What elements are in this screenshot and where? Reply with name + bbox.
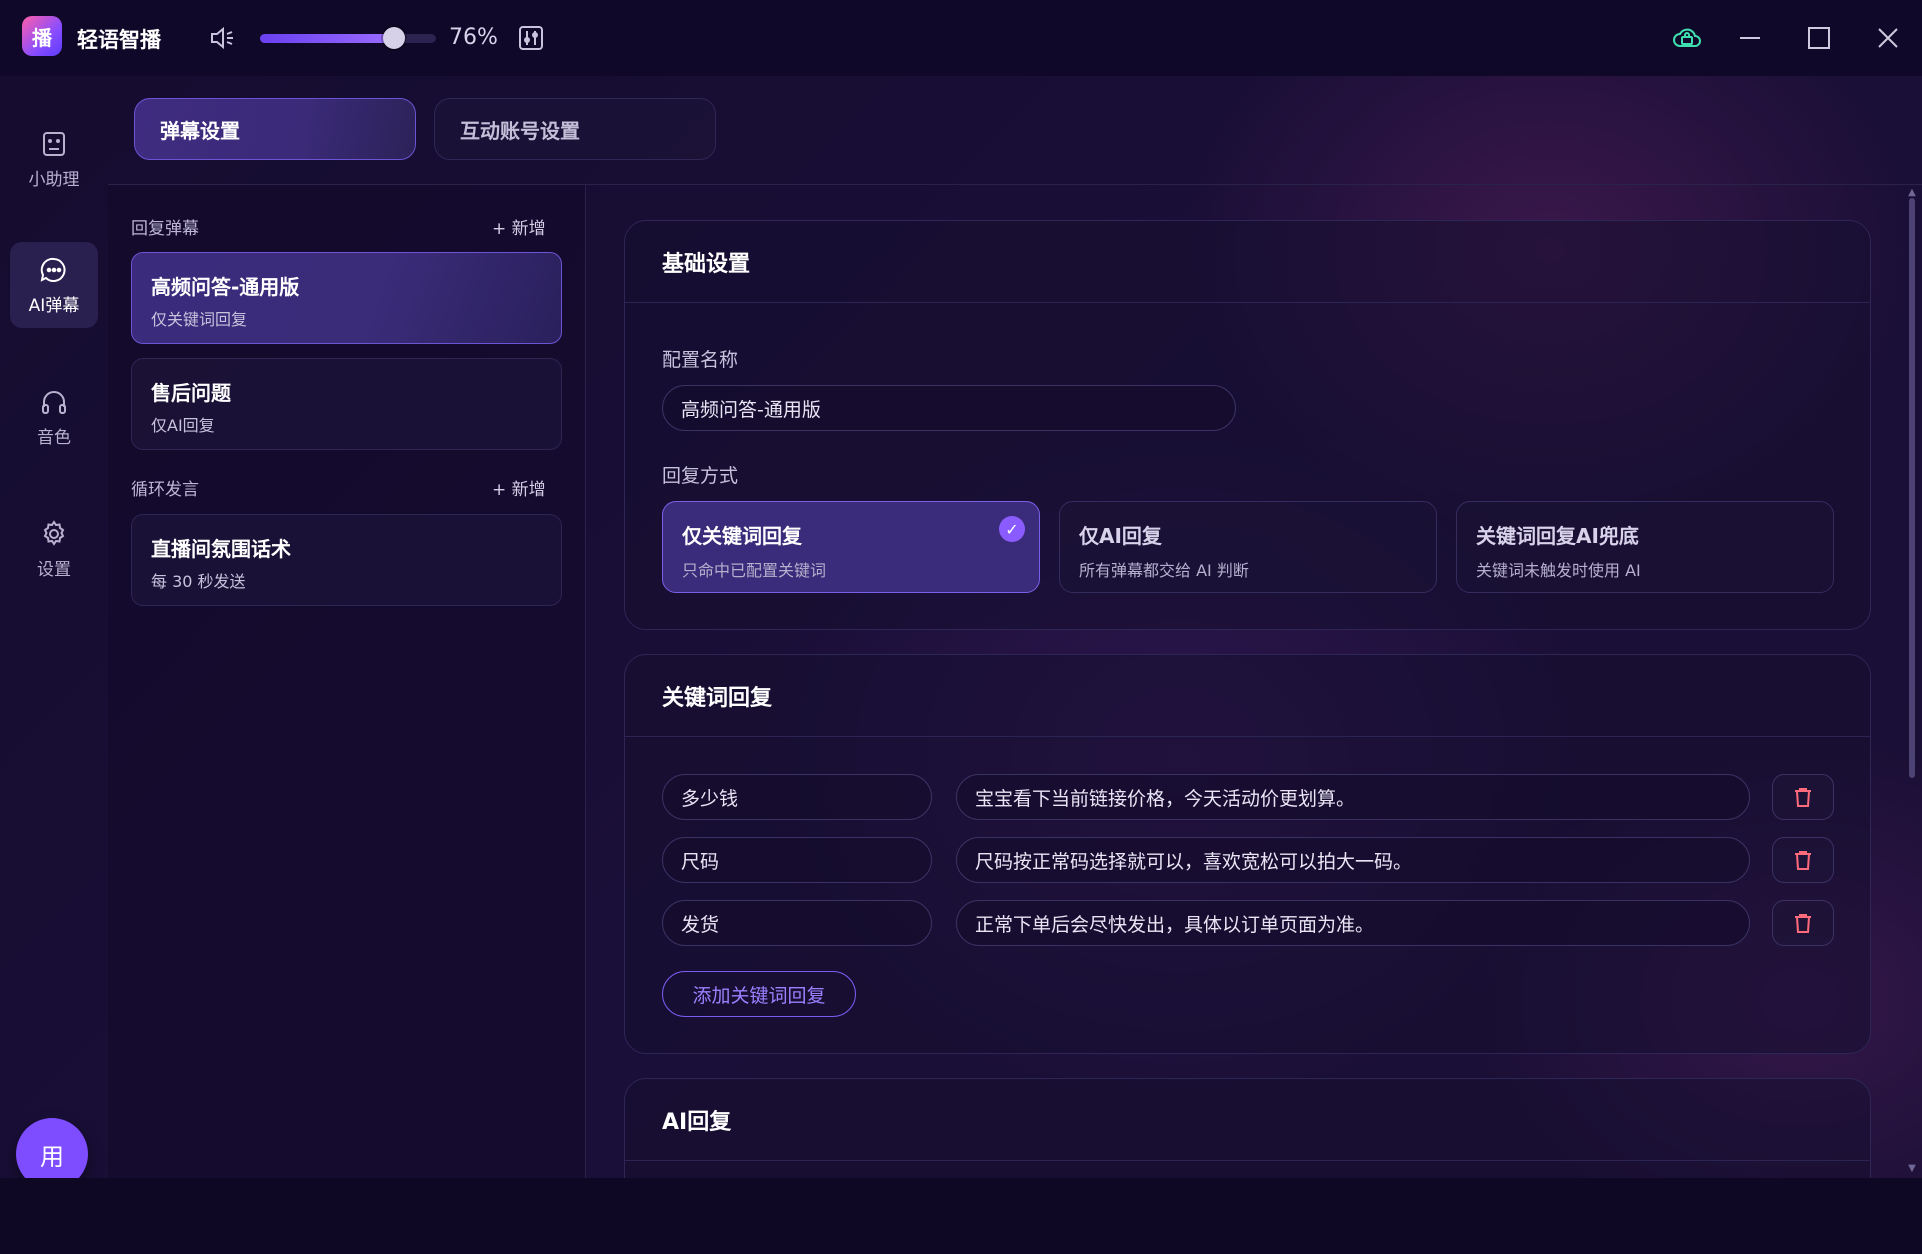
basic-settings-heading: 基础设置: [625, 221, 1870, 303]
keyword-input[interactable]: 尺码: [662, 837, 932, 883]
sidebar-item-voice[interactable]: 音色: [10, 374, 98, 460]
keyword-reply-heading: 关键词回复: [625, 655, 1870, 737]
chat-bubble-icon: [40, 257, 66, 282]
tab-account-settings[interactable]: 互动账号设置: [434, 98, 716, 160]
reply-input[interactable]: 宝宝看下当前链接价格，今天活动价更划算。: [956, 774, 1750, 820]
config-subtitle: 仅AI回复: [151, 416, 215, 435]
equalizer-icon[interactable]: [518, 25, 544, 51]
reply-group-label: 回复弹幕: [131, 219, 199, 239]
config-item-faq[interactable]: 高频问答-通用版 仅关键词回复: [131, 252, 562, 344]
sidebar-item-label: AI弹幕: [28, 295, 80, 316]
keyword-reply-section: 关键词回复 多少钱 宝宝看下当前链接价格，今天活动价更划算。 尺码 尺码按正常码…: [624, 654, 1871, 1054]
scrollbar-thumb[interactable]: [1909, 198, 1915, 778]
add-keyword-reply-button[interactable]: 添加关键词回复: [662, 971, 856, 1017]
sidebar-item-settings[interactable]: 设置: [10, 506, 98, 592]
sidebar-item-assistant[interactable]: 小助理: [10, 116, 98, 202]
assistant-icon: [43, 131, 65, 156]
trash-icon: [1795, 788, 1811, 807]
app-logo: 播: [22, 16, 62, 56]
sidebar: 小助理 AI弹幕 音色 设置 用: [0, 76, 108, 1190]
delete-row-button[interactable]: [1772, 837, 1834, 883]
config-name-label: 配置名称: [662, 349, 739, 371]
ai-reply-heading: AI回复: [625, 1079, 1870, 1161]
sidebar-item-ai-danmaku[interactable]: AI弹幕: [10, 242, 98, 328]
config-subtitle: 每 30 秒发送: [151, 572, 246, 591]
basic-settings-section: 基础设置 配置名称 高频问答-通用版 回复方式 仅关键词回复 只命中已配置关键词…: [624, 220, 1871, 630]
loop-group-label: 循环发言: [131, 480, 199, 500]
mode-title: 仅AI回复: [1079, 524, 1162, 548]
config-title: 直播间氛围话术: [151, 537, 291, 561]
volume-fill: [260, 34, 394, 43]
scroll-up-arrow[interactable]: ▲: [1906, 188, 1918, 198]
config-subtitle: 仅关键词回复: [151, 310, 248, 329]
reply-input[interactable]: 尺码按正常码选择就可以，喜欢宽松可以拍大一码。: [956, 837, 1750, 883]
maximize-button[interactable]: [1803, 22, 1835, 54]
add-loop-config-button[interactable]: + 新增: [492, 475, 546, 500]
mode-description: 关键词未触发时使用 AI: [1476, 561, 1641, 580]
reply-input[interactable]: 正常下单后会尽快发出，具体以订单页面为准。: [956, 900, 1750, 946]
gear-icon: [43, 519, 65, 546]
mode-description: 所有弹幕都交给 AI 判断: [1079, 561, 1249, 580]
minimize-button[interactable]: [1734, 22, 1766, 54]
mode-title: 关键词回复AI兜底: [1476, 524, 1639, 548]
config-item-atmosphere[interactable]: 直播间氛围话术 每 30 秒发送: [131, 514, 562, 606]
sidebar-item-label: 设置: [37, 559, 71, 580]
trash-icon: [1795, 851, 1811, 870]
bottom-bar: [0, 1178, 1922, 1254]
title-bar: 播 轻语智播 76%: [0, 0, 1922, 76]
close-button[interactable]: [1872, 22, 1904, 54]
sidebar-item-label: 音色: [37, 427, 71, 448]
volume-value: 76%: [449, 25, 498, 50]
config-item-after-sales[interactable]: 售后问题 仅AI回复: [131, 358, 562, 450]
volume-slider[interactable]: [260, 27, 436, 49]
add-reply-config-button[interactable]: + 新增: [492, 214, 546, 239]
delete-row-button[interactable]: [1772, 900, 1834, 946]
volume-knob[interactable]: [382, 27, 405, 49]
keyword-input[interactable]: 多少钱: [662, 774, 932, 820]
sidebar-item-label: 小助理: [28, 169, 80, 190]
mode-keyword-only[interactable]: 仅关键词回复 只命中已配置关键词 ✓: [662, 501, 1040, 593]
app-logo-char: 播: [32, 25, 52, 50]
config-title: 售后问题: [151, 381, 231, 405]
cloud-sync-icon[interactable]: [1672, 24, 1702, 54]
delete-row-button[interactable]: [1772, 774, 1834, 820]
speaker-icon[interactable]: [208, 24, 236, 52]
headphones-icon: [42, 390, 66, 414]
mode-ai-only[interactable]: 仅AI回复 所有弹幕都交给 AI 判断: [1059, 501, 1437, 593]
config-name-input[interactable]: 高频问答-通用版: [662, 385, 1236, 431]
trash-icon: [1795, 914, 1811, 933]
reply-mode-label: 回复方式: [662, 465, 739, 487]
ai-reply-section: AI回复: [624, 1078, 1871, 1178]
mode-description: 只命中已配置关键词: [682, 561, 827, 580]
app-title: 轻语智播: [77, 28, 161, 52]
scroll-down-arrow[interactable]: ▼: [1906, 1164, 1918, 1174]
mode-keyword-ai-fallback[interactable]: 关键词回复AI兜底 关键词未触发时使用 AI: [1456, 501, 1834, 593]
tab-danmaku-settings[interactable]: 弹幕设置: [134, 98, 416, 160]
keyword-input[interactable]: 发货: [662, 900, 932, 946]
check-icon: ✓: [999, 516, 1025, 542]
config-title: 高频问答-通用版: [151, 275, 300, 299]
mode-title: 仅关键词回复: [682, 524, 802, 548]
